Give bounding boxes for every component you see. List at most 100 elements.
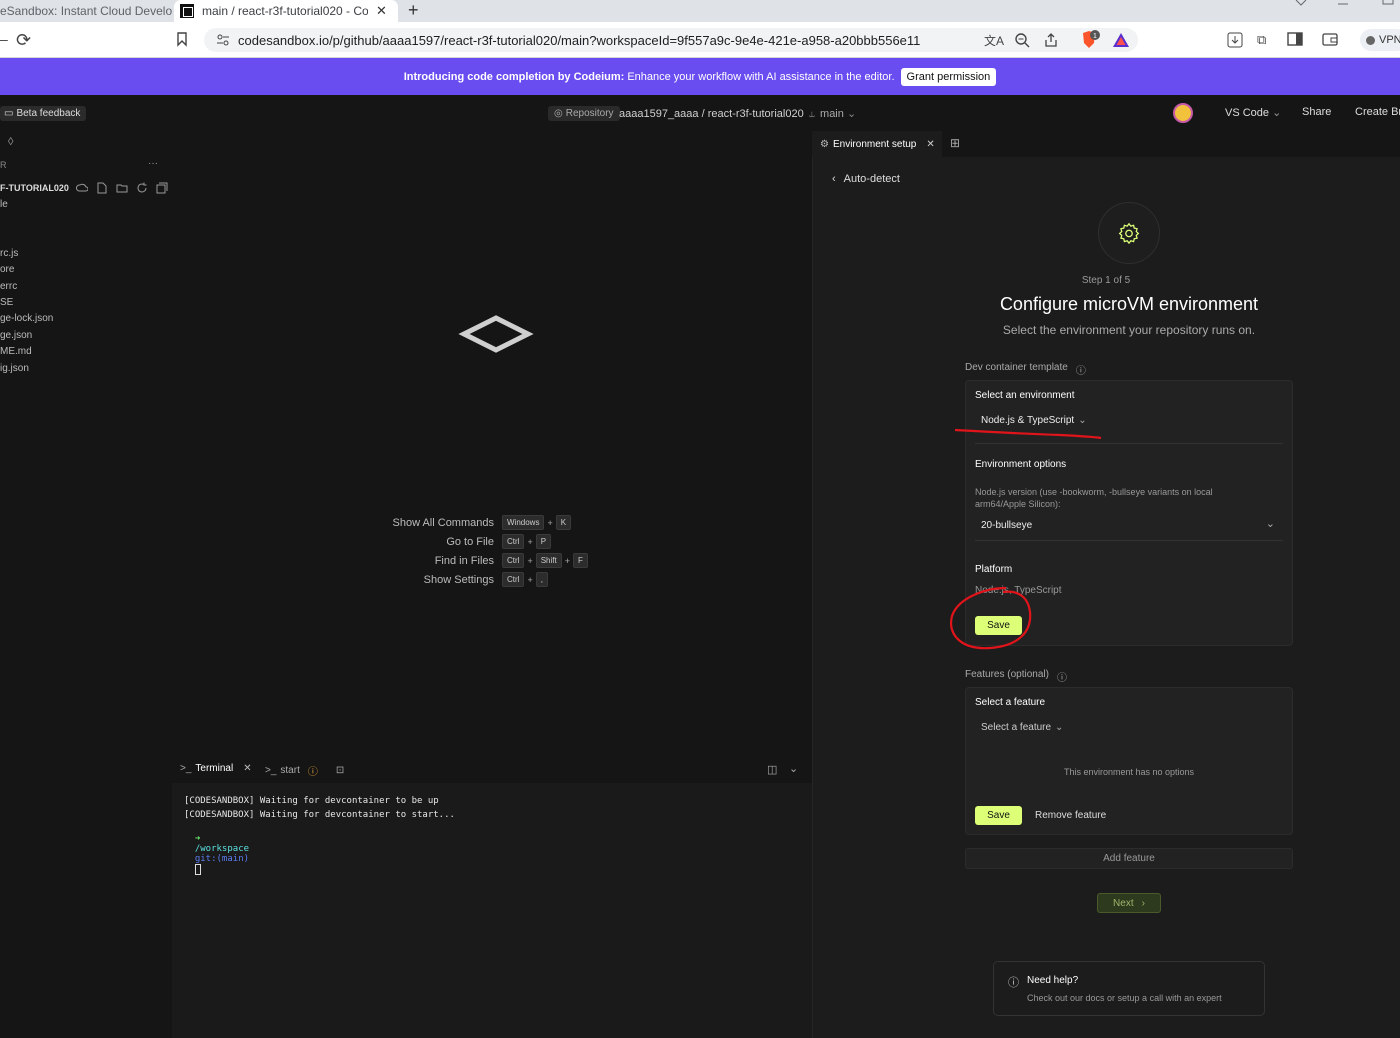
file-item[interactable]: ge.json xyxy=(0,330,32,341)
file-item[interactable]: errc xyxy=(0,281,17,292)
vpn-button[interactable]: VPN xyxy=(1360,29,1400,51)
site-settings-icon[interactable] xyxy=(216,34,230,46)
editor-area xyxy=(172,131,812,758)
back-auto-detect[interactable]: ‹ Auto-detect xyxy=(832,173,900,185)
file-item[interactable]: ig.json xyxy=(0,363,29,374)
next-button[interactable]: Next › xyxy=(1097,893,1161,913)
magnifier-glyph xyxy=(1015,33,1030,48)
extensions-icon[interactable]: ⧉ xyxy=(1257,32,1266,48)
plus-separator: + xyxy=(527,536,533,547)
explorer-actions xyxy=(76,182,168,194)
run-icon[interactable]: ⊡ xyxy=(336,765,344,776)
git-icon[interactable]: ◊ xyxy=(8,136,13,148)
window-controls[interactable] xyxy=(1290,0,1400,22)
share-page-icon[interactable] xyxy=(1043,32,1059,48)
environment-value: Node.js & TypeScript xyxy=(981,415,1075,426)
back-arrow-icon[interactable]: – xyxy=(0,31,8,47)
close-icon[interactable]: ✕ xyxy=(926,139,934,150)
bookmark-icon[interactable] xyxy=(176,31,188,47)
help-circle-icon[interactable]: ⓘ xyxy=(1057,669,1067,684)
file-item[interactable]: ore xyxy=(0,264,14,275)
new-file-icon[interactable] xyxy=(96,182,108,194)
zoom-icon[interactable] xyxy=(1014,32,1030,48)
sidebar-toggle-icon[interactable] xyxy=(1287,32,1303,46)
browser-tab-active[interactable]: main / react-r3f-tutorial020 - Co ✕ xyxy=(174,0,398,22)
download-icon[interactable] xyxy=(1227,32,1243,48)
help-card[interactable]: ⓘ Need help? Check out our docs or setup… xyxy=(993,961,1265,1016)
chevron-down-icon[interactable]: ⌄ xyxy=(789,762,798,775)
share-button[interactable]: Share xyxy=(1302,106,1331,118)
close-tab-icon[interactable]: ✕ xyxy=(376,3,387,19)
translate-icon[interactable]: 文A xyxy=(984,32,1004,49)
repo-breadcrumb[interactable]: aaaa1597_aaaa / react-r3f-tutorial020 ⥿ … xyxy=(619,107,856,121)
keyboard-key: Windows xyxy=(502,515,545,530)
collapse-all-icon[interactable] xyxy=(156,182,168,194)
new-tab-icon[interactable]: + xyxy=(408,0,419,20)
cloud-upload-icon[interactable] xyxy=(76,182,88,194)
editor-menu-label: VS Code xyxy=(1225,107,1270,119)
help-title: Need help? xyxy=(1027,975,1079,986)
wallet-icon[interactable] xyxy=(1322,32,1338,46)
reload-icon[interactable]: ⟳ xyxy=(16,30,31,51)
keyboard-key: P xyxy=(535,534,552,549)
split-panel-icon[interactable]: ◫ xyxy=(767,763,777,776)
file-item[interactable]: rc.js xyxy=(0,248,18,259)
brave-shields-icon[interactable]: 1 xyxy=(1080,30,1102,50)
vpn-label: VPN xyxy=(1379,34,1400,46)
gear-icon: ⚙ xyxy=(820,138,829,150)
remove-feature-button[interactable]: Remove feature xyxy=(1035,810,1106,821)
panel-glyph xyxy=(1287,32,1303,46)
project-root[interactable]: F-TUTORIAL020 xyxy=(0,183,69,193)
command-hints: Show All Commands Windows + K Go to File Ctrl… xyxy=(374,513,588,589)
tab-terminal[interactable]: >_ Terminal ✕ xyxy=(180,763,252,774)
file-item[interactable]: ME.md xyxy=(0,346,32,357)
divider xyxy=(975,443,1283,444)
brave-lion-glyph: 1 xyxy=(1083,30,1100,48)
brave-rewards-icon[interactable] xyxy=(1112,32,1130,48)
command-hint-row: Find in Files Ctrl + Shift + F xyxy=(374,551,588,570)
url-text[interactable]: codesandbox.io/p/github/aaaa1597/react-r… xyxy=(238,33,920,48)
tab-environment-setup[interactable]: ⚙ Environment setup ✕ xyxy=(812,131,942,157)
help-circle-icon[interactable]: ⓘ xyxy=(1076,362,1086,377)
close-icon[interactable]: ✕ xyxy=(243,763,251,774)
beta-feedback-button[interactable]: ▭ Beta feedback xyxy=(0,106,87,121)
gear-icon xyxy=(1118,222,1140,244)
help-circle-icon: ⓘ xyxy=(1008,977,1019,989)
tab-start[interactable]: >_ start ⓘ ⊡ xyxy=(265,763,344,778)
node-version-value: 20-bullseye xyxy=(981,520,1033,531)
user-avatar[interactable] xyxy=(1173,103,1193,123)
editor-menu-button[interactable]: VS Code ⌄ xyxy=(1225,106,1281,119)
plus-separator: + xyxy=(547,517,553,528)
node-version-select[interactable]: 20-bullseye ⌄ xyxy=(975,514,1283,541)
branch-name[interactable]: main xyxy=(820,108,844,120)
more-actions-icon[interactable]: ··· xyxy=(148,158,158,169)
create-branch-button[interactable]: Create Br xyxy=(1355,106,1400,118)
file-explorer xyxy=(0,131,172,1038)
grant-permission-button[interactable]: Grant permission xyxy=(900,67,997,86)
environment-dropdown[interactable]: Node.js & TypeScript ⌄ xyxy=(981,415,1087,426)
select-environment-label: Select an environment xyxy=(975,390,1075,401)
terminal-line: [CODESANDBOX] Waiting for devcontainer t… xyxy=(184,810,455,820)
new-folder-icon[interactable] xyxy=(116,182,128,194)
file-item[interactable]: ge-lock.json xyxy=(0,313,53,324)
refresh-icon[interactable] xyxy=(136,182,148,194)
settings-gear-badge xyxy=(1098,202,1160,264)
file-item[interactable]: SE xyxy=(0,297,13,308)
add-feature-button[interactable]: Add feature xyxy=(965,848,1293,869)
tab-label: Environment setup xyxy=(832,138,917,150)
feature-dropdown[interactable]: Select a feature ⌄ xyxy=(981,722,1063,733)
prompt-directory: /workspace xyxy=(194,844,250,854)
file-item[interactable]: le xyxy=(0,199,8,210)
save-environment-button[interactable]: Save xyxy=(975,616,1022,635)
explorer-section-title: R xyxy=(0,160,7,170)
prompt-git-branch: git:(main) xyxy=(194,854,250,864)
browser-tab-codesandbox[interactable]: eSandbox: Instant Cloud Develop xyxy=(0,0,172,22)
chevron-down-icon: ⌄ xyxy=(846,108,857,120)
chevron-down-icon: ⌄ xyxy=(1265,518,1275,530)
new-tab-icon[interactable]: ⊞ xyxy=(950,136,960,150)
save-feature-button[interactable]: Save xyxy=(975,806,1022,825)
plus-separator: + xyxy=(527,574,533,585)
download-glyph xyxy=(1227,32,1243,48)
prompt-arrow: ➜ xyxy=(194,834,201,844)
terminal-prompt[interactable]: ➜ /workspace git:(main) xyxy=(184,824,249,875)
